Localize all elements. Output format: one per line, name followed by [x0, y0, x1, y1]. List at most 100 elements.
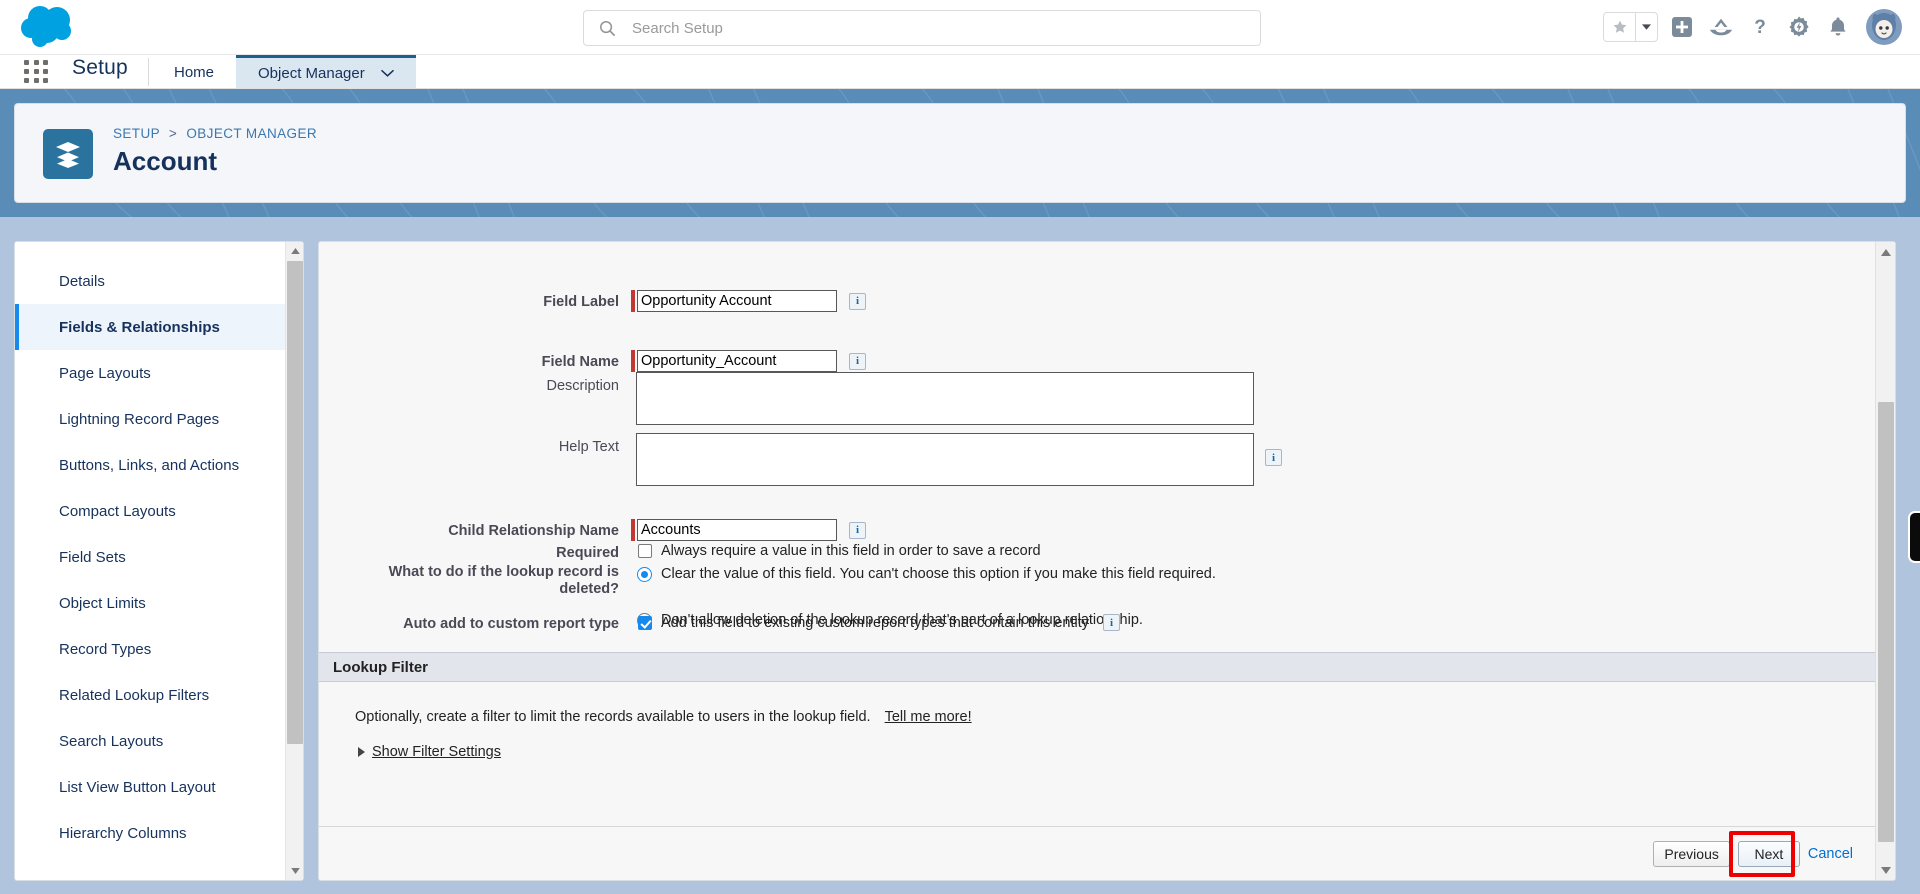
- sidebar-item-buttons-links-actions[interactable]: Buttons, Links, and Actions: [15, 442, 285, 488]
- app-name-setup: Setup: [72, 56, 128, 79]
- wizard-footer: Previous Next Cancel: [319, 826, 1875, 880]
- trailhead-icon[interactable]: [1706, 12, 1736, 42]
- lookup-filter-description-text: Optionally, create a filter to limit the…: [355, 709, 871, 725]
- edge-panel-tab[interactable]: [1908, 511, 1920, 563]
- required-checkbox-row[interactable]: Always require a value in this field in …: [638, 543, 1041, 559]
- required-indicator: [631, 350, 635, 372]
- disclosure-triangle-right-icon: [358, 747, 365, 757]
- info-icon[interactable]: i: [849, 352, 866, 370]
- sidebar-item-field-sets[interactable]: Field Sets: [15, 534, 285, 580]
- notifications-bell-icon[interactable]: [1823, 12, 1853, 42]
- global-header: ?: [0, 0, 1920, 55]
- nav-tab-list: Home Object Manager: [152, 55, 416, 89]
- scroll-up-arrow-icon[interactable]: [1876, 242, 1895, 262]
- sidebar-item-related-lookup-filters[interactable]: Related Lookup Filters: [15, 672, 285, 718]
- child-relationship-name-input[interactable]: [637, 519, 837, 541]
- show-filter-settings-toggle[interactable]: Show Filter Settings: [358, 744, 501, 760]
- sidebar-item-page-layouts[interactable]: Page Layouts: [15, 350, 285, 396]
- sidebar-item-label: Buttons, Links, and Actions: [59, 456, 240, 474]
- sidebar-item-search-layouts[interactable]: Search Layouts: [15, 718, 285, 764]
- salesforce-cloud-logo[interactable]: [18, 4, 80, 50]
- next-button-highlight: [1729, 831, 1795, 877]
- main-scrollbar[interactable]: [1875, 242, 1895, 880]
- auto-add-report-type-row[interactable]: Add this field to existing custom report…: [638, 614, 1120, 631]
- child-relationship-row: i: [631, 519, 866, 541]
- required-checkbox[interactable]: [638, 544, 652, 558]
- field-wizard-content: Field Label i Field Name i Description H…: [319, 242, 1875, 880]
- required-checkbox-text: Always require a value in this field in …: [661, 543, 1041, 559]
- sidebar-item-label: Related Lookup Filters: [59, 686, 210, 704]
- sidebar-item-object-limits[interactable]: Object Limits: [15, 580, 285, 626]
- object-manager-stack-icon: [43, 129, 93, 179]
- sidebar-item-label: Object Limits: [59, 594, 146, 612]
- info-icon[interactable]: i: [1102, 614, 1120, 631]
- cancel-link[interactable]: Cancel: [1808, 846, 1853, 862]
- scroll-down-arrow-icon[interactable]: [1876, 860, 1895, 880]
- delete-behavior-label: What to do if the lookup record is delet…: [388, 564, 619, 597]
- app-launcher-waffle-icon[interactable]: [24, 60, 50, 84]
- favorites-control[interactable]: [1603, 12, 1658, 42]
- page-header-card: SETUP > OBJECT MANAGER Account: [14, 103, 1906, 203]
- user-avatar[interactable]: [1866, 9, 1902, 45]
- breadcrumb-object-manager[interactable]: OBJECT MANAGER: [186, 126, 317, 141]
- sidebar-scrollbar[interactable]: [285, 242, 303, 880]
- favorites-star-icon[interactable]: [1604, 13, 1635, 41]
- radio-clear-value-text: Clear the value of this field. You can't…: [661, 566, 1216, 582]
- field-label-row: i: [631, 290, 866, 312]
- info-icon[interactable]: i: [849, 292, 866, 310]
- child-relationship-name-label: Child Relationship Name: [448, 523, 619, 539]
- sidebar-scrollbar-thumb[interactable]: [287, 261, 303, 744]
- help-icon[interactable]: ?: [1745, 12, 1775, 42]
- auto-add-report-type-checkbox[interactable]: [638, 615, 652, 630]
- sidebar-item-label: Fields & Relationships: [59, 318, 220, 336]
- tell-me-more-link[interactable]: Tell me more!: [885, 709, 972, 725]
- sidebar-item-details[interactable]: Details: [15, 258, 285, 304]
- tab-object-manager-label: Object Manager: [258, 65, 365, 82]
- help-text-textarea[interactable]: [636, 433, 1254, 486]
- radio-clear-value[interactable]: [637, 566, 652, 582]
- breadcrumb: SETUP > OBJECT MANAGER: [113, 126, 317, 141]
- info-icon[interactable]: i: [849, 521, 866, 539]
- sidebar-item-fields-relationships[interactable]: Fields & Relationships: [15, 304, 285, 350]
- favorites-dropdown-icon[interactable]: [1635, 13, 1657, 41]
- scroll-down-arrow-icon[interactable]: [286, 862, 303, 880]
- previous-button[interactable]: Previous: [1653, 841, 1730, 867]
- required-indicator: [631, 519, 635, 541]
- setup-nav-bar: Setup Home Object Manager: [0, 55, 1920, 89]
- lookup-filter-description: Optionally, create a filter to limit the…: [355, 709, 972, 725]
- delete-behavior-option-clear[interactable]: Clear the value of this field. You can't…: [637, 566, 1216, 582]
- auto-add-report-type-text: Add this field to existing custom report…: [661, 614, 1089, 631]
- search-icon: [584, 20, 630, 37]
- tab-home[interactable]: Home: [152, 55, 236, 89]
- show-filter-settings-label[interactable]: Show Filter Settings: [372, 744, 501, 760]
- breadcrumb-separator: >: [168, 126, 178, 141]
- sidebar-item-label: Page Layouts: [59, 364, 151, 382]
- field-label-input[interactable]: [637, 290, 837, 312]
- sidebar-item-label: Field Sets: [59, 548, 126, 566]
- chevron-down-icon[interactable]: [380, 69, 394, 78]
- sidebar-item-list: Details Fields & Relationships Page Layo…: [15, 242, 285, 880]
- setup-gear-icon[interactable]: [1784, 12, 1814, 42]
- info-icon[interactable]: i: [1265, 449, 1282, 466]
- description-textarea[interactable]: [636, 372, 1254, 425]
- tab-object-manager[interactable]: Object Manager: [236, 55, 416, 89]
- main-scrollbar-thumb[interactable]: [1878, 402, 1894, 842]
- global-search-box[interactable]: [583, 10, 1261, 46]
- svg-text:?: ?: [1754, 17, 1766, 38]
- global-actions-icon[interactable]: [1667, 12, 1697, 42]
- page-body: SETUP > OBJECT MANAGER Account Details F…: [0, 89, 1920, 894]
- help-text-label: Help Text: [558, 439, 619, 455]
- sidebar-item-hierarchy-columns[interactable]: Hierarchy Columns: [15, 810, 285, 856]
- lookup-filter-section-title: Lookup Filter: [333, 658, 428, 676]
- sidebar-item-lightning-record-pages[interactable]: Lightning Record Pages: [15, 396, 285, 442]
- field-name-input[interactable]: [637, 350, 837, 372]
- sidebar-item-list-view-button-layout[interactable]: List View Button Layout: [15, 764, 285, 810]
- search-input[interactable]: [630, 12, 1260, 44]
- sidebar-item-record-types[interactable]: Record Types: [15, 626, 285, 672]
- sidebar-item-compact-layouts[interactable]: Compact Layouts: [15, 488, 285, 534]
- breadcrumb-setup[interactable]: SETUP: [113, 126, 160, 141]
- required-section-label: Required: [556, 545, 619, 561]
- sidebar-item-label: Hierarchy Columns: [59, 824, 187, 842]
- tab-home-label: Home: [174, 63, 215, 81]
- scroll-up-arrow-icon[interactable]: [286, 242, 303, 260]
